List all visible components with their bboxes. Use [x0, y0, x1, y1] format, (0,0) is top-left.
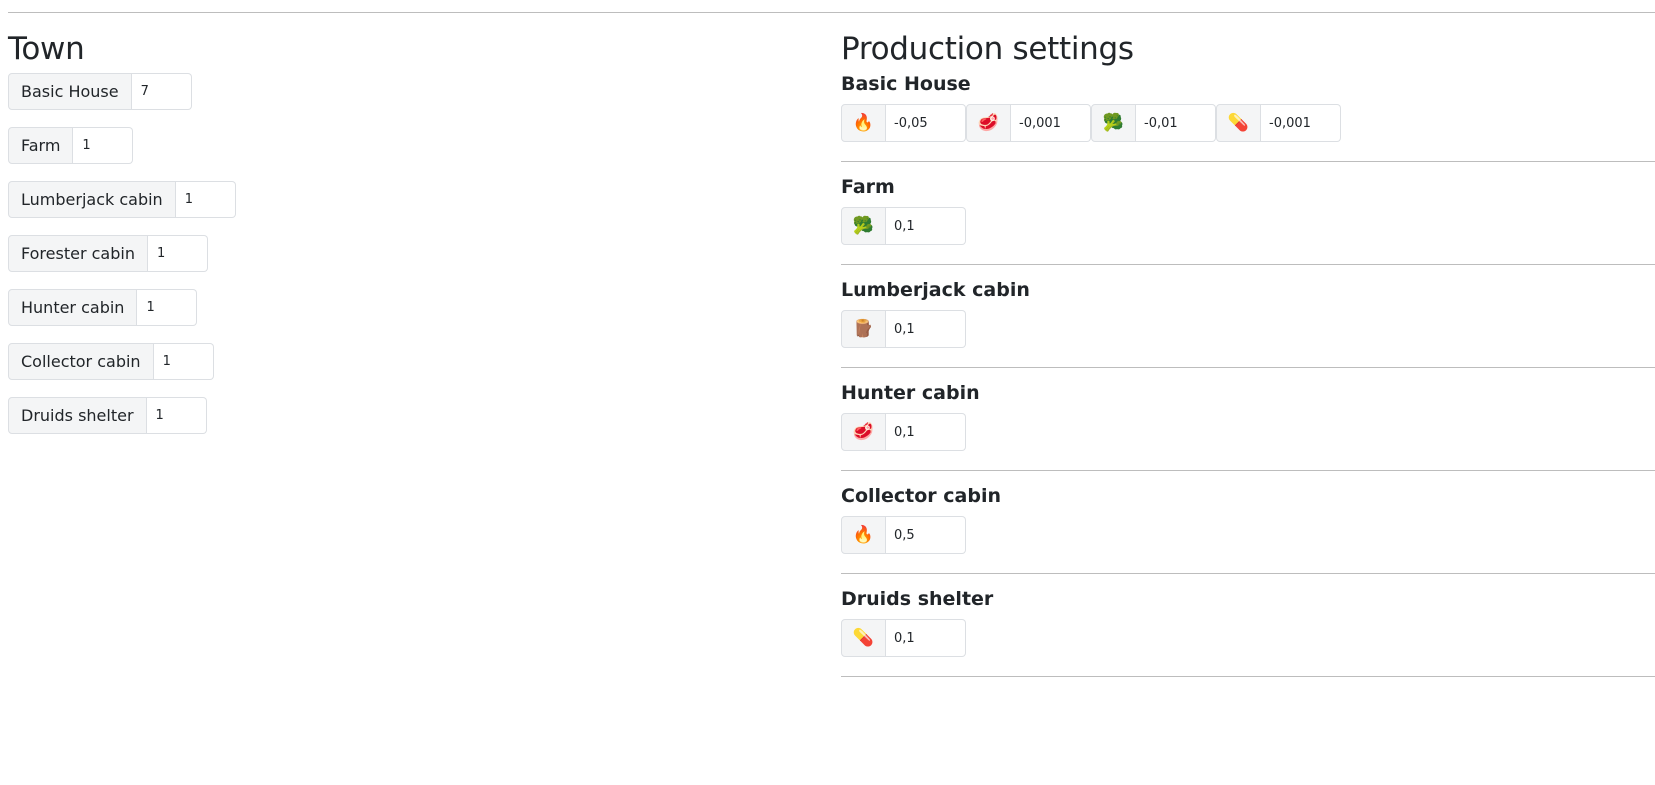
- resource-rate-input[interactable]: [886, 104, 966, 142]
- section-divider: [841, 161, 1655, 162]
- building-heading: Druids shelter: [841, 588, 994, 610]
- town-row-druids-shelter: Druids shelter: [8, 397, 768, 434]
- building-count-input[interactable]: [147, 235, 208, 272]
- resource-rate-input[interactable]: [1136, 104, 1216, 142]
- resource-rate-row: 🔥: [841, 516, 1655, 554]
- resource-rate-input[interactable]: [1261, 104, 1341, 142]
- broccoli-icon: 🥦: [841, 207, 886, 245]
- building-heading: Collector cabin: [841, 485, 1002, 507]
- fire-icon: 🔥: [841, 516, 886, 554]
- production-building-collector-cabin: Collector cabin 🔥: [841, 484, 1655, 574]
- production-settings-title: Production settings: [841, 31, 1134, 67]
- top-divider: [8, 12, 1655, 13]
- building-count-input[interactable]: [131, 73, 192, 110]
- wood-log-icon: 🪵: [841, 310, 886, 348]
- resource-rate-group: 🔥: [841, 516, 966, 554]
- building-label: Forester cabin: [8, 235, 148, 272]
- building-heading: Basic House: [841, 73, 971, 95]
- production-building-list: Basic House 🔥 🥩 🥦 💊 Farm 🥦 Lumberjack cabin 🪵 Hun…: [841, 72, 1655, 677]
- resource-rate-input[interactable]: [1011, 104, 1091, 142]
- production-building-hunter-cabin: Hunter cabin 🥩: [841, 381, 1655, 471]
- section-divider: [841, 470, 1655, 471]
- town-row-basic-house: Basic House: [8, 73, 768, 110]
- town-row-farm: Farm: [8, 127, 768, 164]
- broccoli-icon: 🥦: [1091, 104, 1136, 142]
- production-building-lumberjack-cabin: Lumberjack cabin 🪵: [841, 278, 1655, 368]
- building-heading: Lumberjack cabin: [841, 279, 1030, 301]
- resource-rate-group: 🪵: [841, 310, 966, 348]
- pill-icon: 💊: [841, 619, 886, 657]
- building-label: Basic House: [8, 73, 132, 110]
- resource-rate-row: 💊: [841, 619, 1655, 657]
- resource-rate-input[interactable]: [886, 310, 966, 348]
- building-label: Lumberjack cabin: [8, 181, 176, 218]
- section-divider: [841, 676, 1655, 677]
- meat-icon: 🥩: [841, 413, 886, 451]
- building-count-input[interactable]: [175, 181, 236, 218]
- resource-rate-group: 🥦: [1091, 104, 1216, 142]
- section-divider: [841, 573, 1655, 574]
- building-count-input[interactable]: [73, 127, 134, 164]
- resource-rate-group: 🥩: [966, 104, 1091, 142]
- building-label: Druids shelter: [8, 397, 147, 434]
- production-settings-panel: Production settings Basic House 🔥 🥩 🥦 💊 Farm 🥦…: [841, 30, 1655, 690]
- production-building-basic-house: Basic House 🔥 🥩 🥦 💊: [841, 72, 1655, 162]
- production-building-farm: Farm 🥦: [841, 175, 1655, 265]
- town-row-forester-cabin: Forester cabin: [8, 235, 768, 272]
- building-label: Farm: [8, 127, 74, 164]
- resource-rate-group: 🥦: [841, 207, 966, 245]
- resource-rate-input[interactable]: [886, 619, 966, 657]
- resource-rate-row: 🥩: [841, 413, 1655, 451]
- town-row-lumberjack-cabin: Lumberjack cabin: [8, 181, 768, 218]
- resource-rate-group: 💊: [841, 619, 966, 657]
- section-divider: [841, 367, 1655, 368]
- section-divider: [841, 264, 1655, 265]
- resource-rate-group: 🔥: [841, 104, 966, 142]
- resource-rate-group: 💊: [1216, 104, 1341, 142]
- fire-icon: 🔥: [841, 104, 886, 142]
- building-label: Collector cabin: [8, 343, 154, 380]
- town-row-hunter-cabin: Hunter cabin: [8, 289, 768, 326]
- production-building-druids-shelter: Druids shelter 💊: [841, 587, 1655, 677]
- pill-icon: 💊: [1216, 104, 1261, 142]
- resource-rate-row: 🔥 🥩 🥦 💊: [841, 104, 1655, 142]
- town-row-collector-cabin: Collector cabin: [8, 343, 768, 380]
- resource-rate-input[interactable]: [886, 207, 966, 245]
- resource-rate-input[interactable]: [886, 516, 966, 554]
- building-count-input[interactable]: [146, 397, 207, 434]
- town-title: Town: [8, 31, 85, 67]
- resource-rate-row: 🪵: [841, 310, 1655, 348]
- town-building-list: Basic House Farm Lumberjack cabin Forester …: [8, 73, 768, 434]
- town-panel: Town Basic House Farm Lumberjack cabin Fore…: [8, 30, 768, 451]
- meat-icon: 🥩: [966, 104, 1011, 142]
- resource-rate-row: 🥦: [841, 207, 1655, 245]
- building-heading: Hunter cabin: [841, 382, 980, 404]
- building-heading: Farm: [841, 176, 895, 198]
- resource-rate-group: 🥩: [841, 413, 966, 451]
- resource-rate-input[interactable]: [886, 413, 966, 451]
- building-label: Hunter cabin: [8, 289, 138, 326]
- building-count-input[interactable]: [153, 343, 214, 380]
- building-count-input[interactable]: [137, 289, 198, 326]
